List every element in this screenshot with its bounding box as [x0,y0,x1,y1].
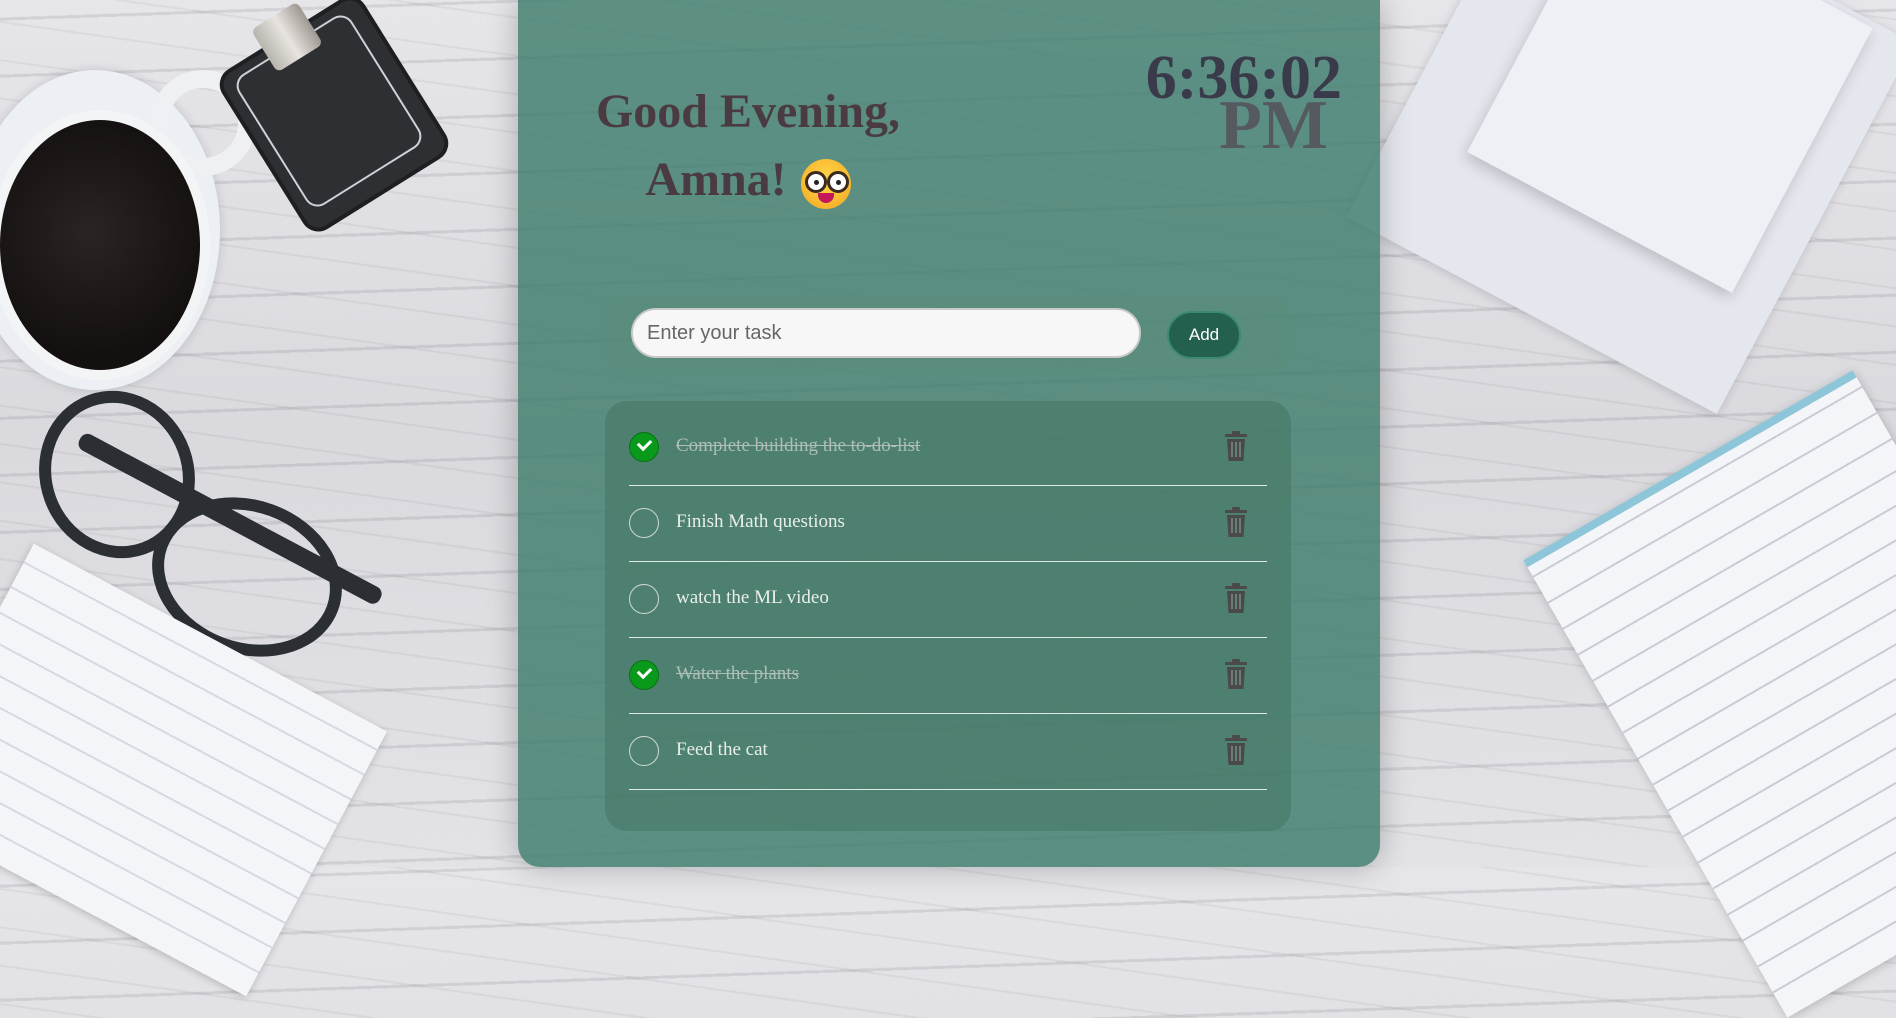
task-checkbox[interactable] [629,584,659,614]
task-checkbox[interactable] [629,508,659,538]
clock: 6:36:02 PM [1146,47,1342,161]
greeting-line-1: Good Evening, [595,85,901,138]
greeting-name: Amna! [645,153,787,206]
coffee-cup [0,110,210,380]
add-button[interactable]: Add [1167,311,1241,359]
greeting-line-2-row: Amna! [578,146,918,214]
task-checkbox[interactable] [629,736,659,766]
task-text: watch the ML video [676,587,829,608]
trash-icon[interactable] [1225,659,1247,689]
trash-icon[interactable] [1225,431,1247,461]
todo-panel: Good Evening, Amna! 6:36:02 PM Add Compl… [518,0,1380,867]
trash-icon[interactable] [1225,583,1247,613]
task-item: Complete building the to-do-list [629,409,1267,486]
task-input-container: Add [605,296,1291,374]
task-text: Complete building the to-do-list [676,435,921,456]
task-item: watch the ML video [629,561,1267,638]
task-text: Finish Math questions [676,511,845,532]
task-item: Feed the cat [629,713,1267,790]
task-input[interactable] [631,308,1141,358]
greeting: Good Evening, Amna! [578,78,918,214]
task-checkbox[interactable] [629,660,659,690]
task-item: Finish Math questions [629,485,1267,562]
notebook-right [1523,370,1896,1018]
task-item: Water the plants [629,637,1267,714]
task-text: Water the plants [676,663,799,684]
nerd-face-icon [800,158,851,209]
trash-icon[interactable] [1225,735,1247,765]
task-text: Feed the cat [676,739,768,760]
task-checkbox[interactable] [629,432,659,462]
task-list: Complete building the to-do-list Finish … [605,401,1291,831]
trash-icon[interactable] [1225,507,1247,537]
